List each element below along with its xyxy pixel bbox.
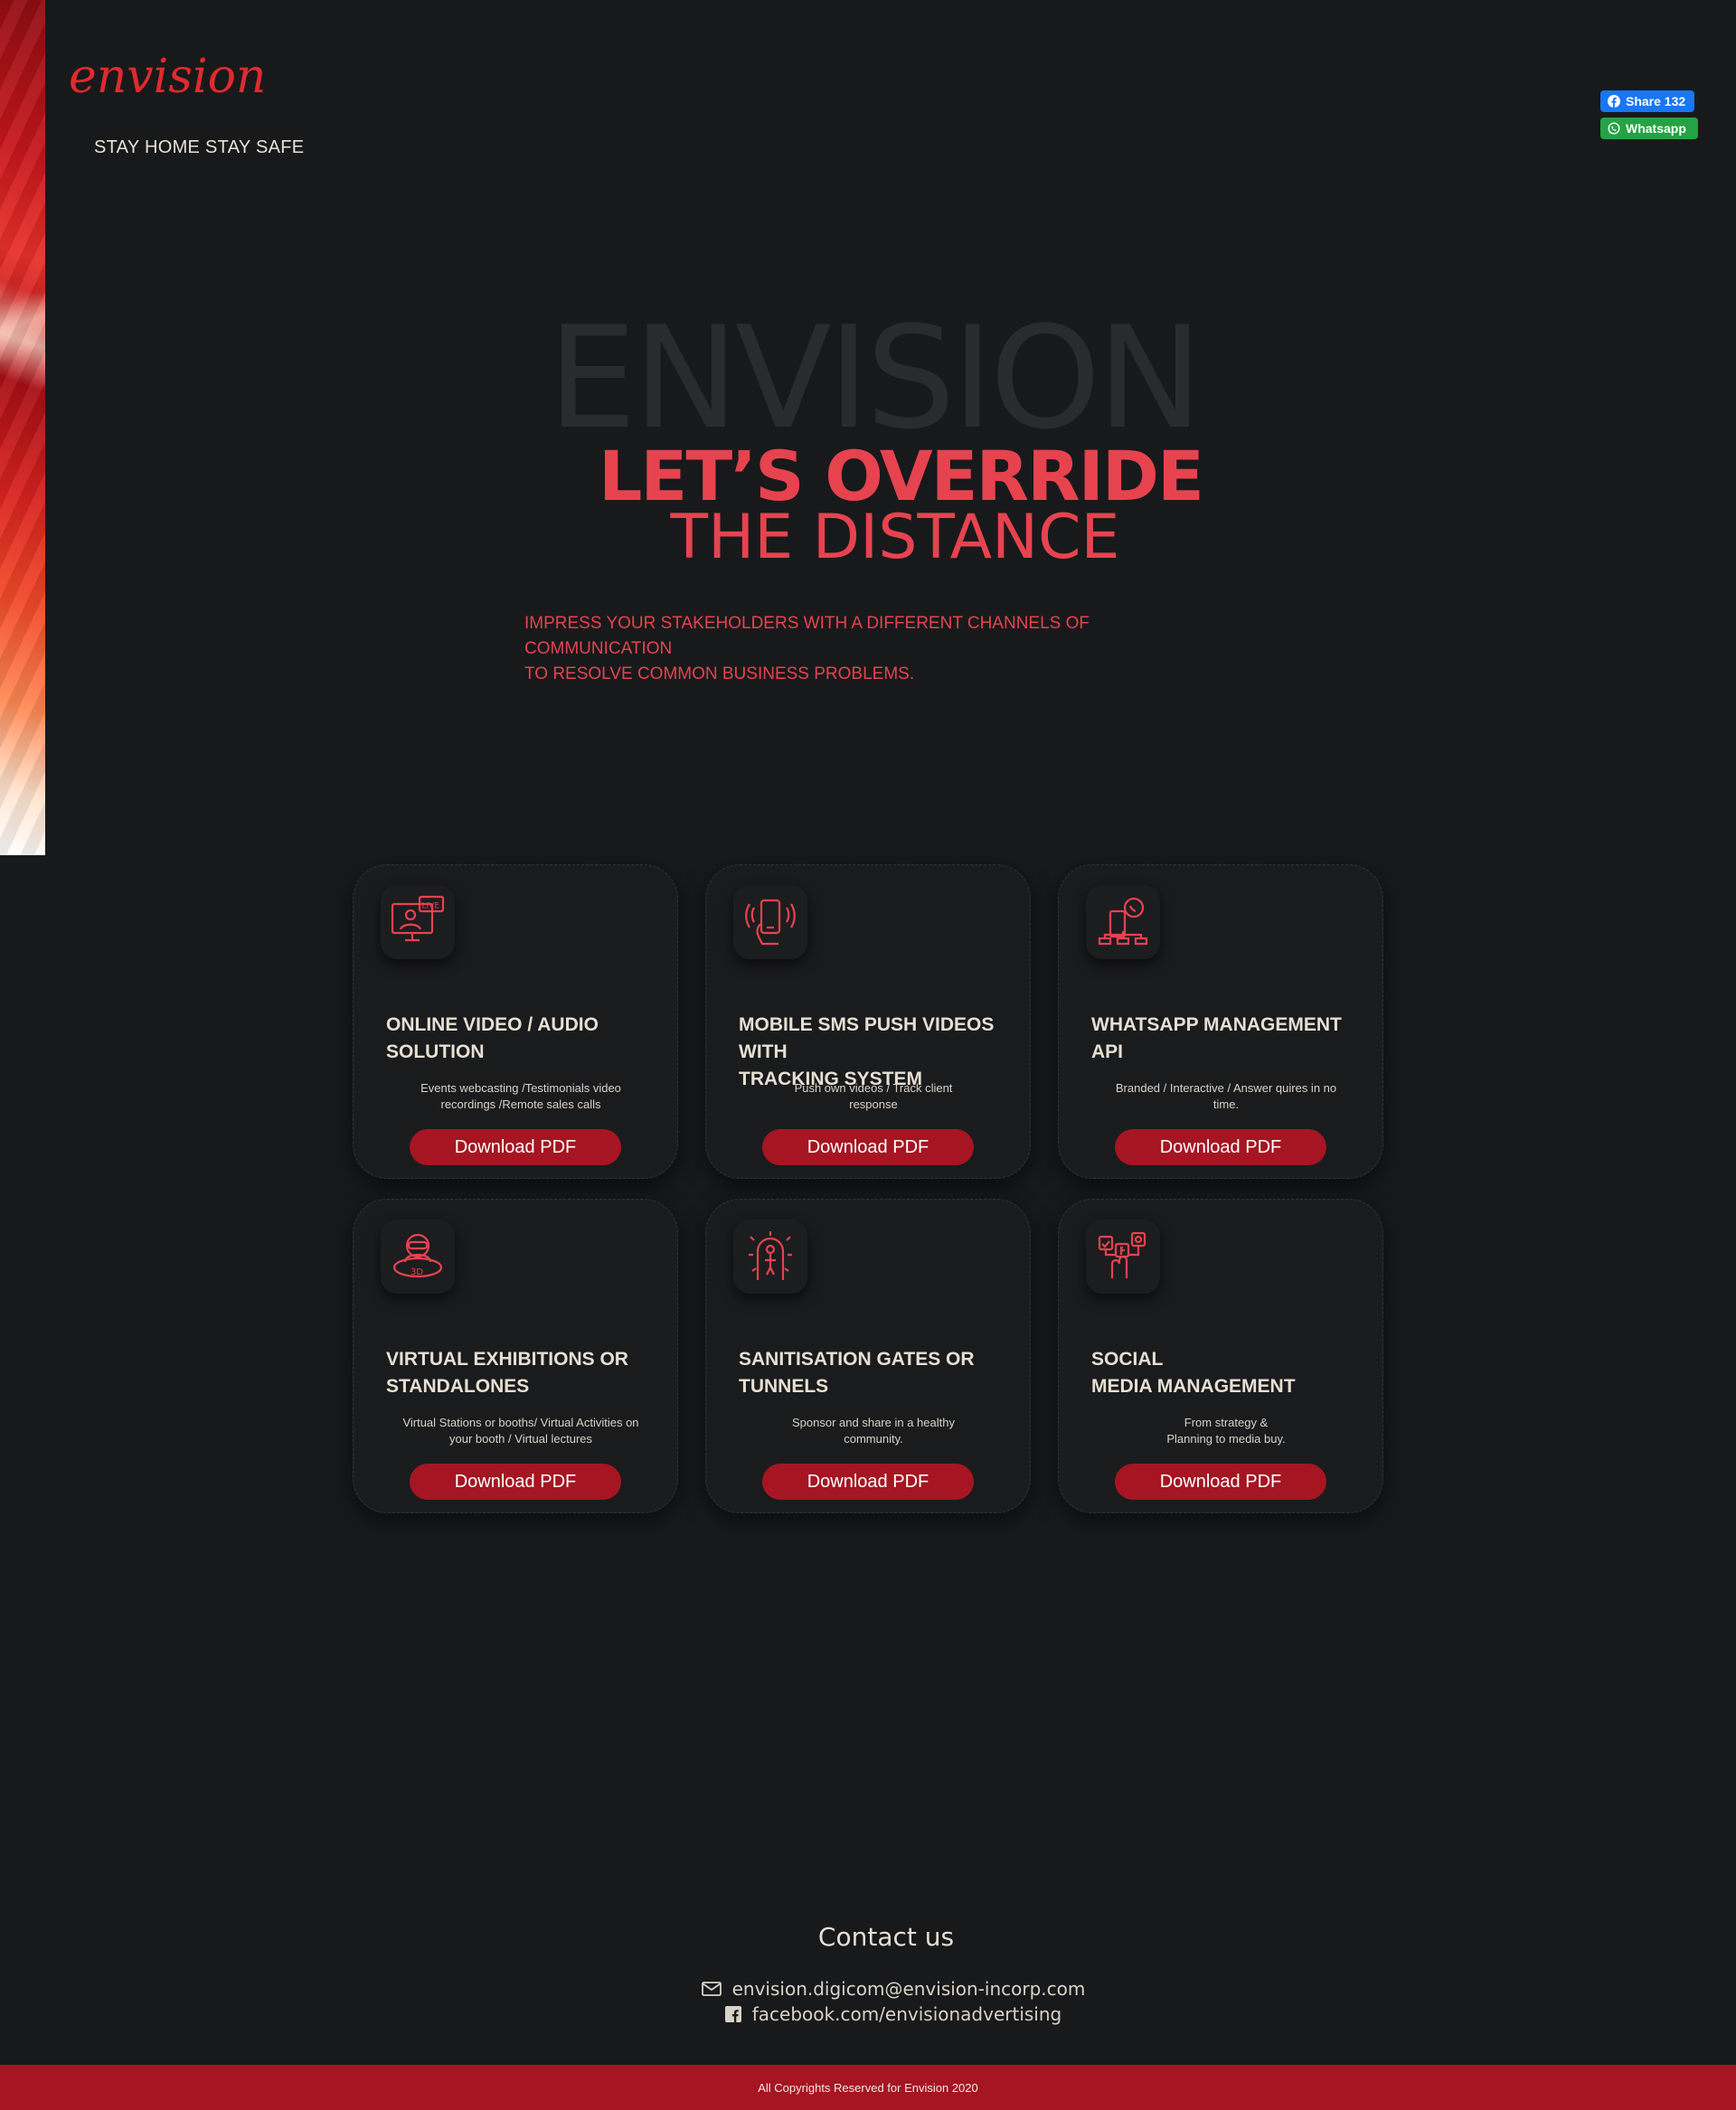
mobile-push-icon [733,885,807,959]
service-card: MOBILE SMS PUSH VIDEOS WITH TRACKING SYS… [705,864,1031,1179]
service-title: SANITISATION GATES OR TUNNELS [739,1349,975,1397]
decorative-red-strip [0,0,45,855]
download-pdf-button[interactable]: Download PDF [410,1129,621,1165]
whatsapp-api-icon [1086,885,1160,959]
service-card: SOCIAL MEDIA MANAGEMENT From strategy & … [1058,1199,1383,1513]
service-card: 3D VIRTUAL EXHIBITIONS OR STANDALONES Vi… [353,1199,678,1513]
service-description: Push own videos / Track client response [794,1081,953,1111]
contact-email-row[interactable]: envision.digicom@envision-incorp.com [0,1978,1736,2000]
contact-email-link[interactable]: envision.digicom@envision-incorp.com [732,1978,1086,2000]
contact-facebook-link[interactable]: facebook.com/envisionadvertising [752,2003,1061,2025]
envelope-icon [701,1982,722,1996]
footer-copyright: All Copyrights Reserved for Envision 202… [758,2080,978,2095]
hero-subheadline: THE DISTANCE [670,502,1120,573]
service-title: SOCIAL MEDIA MANAGEMENT [1091,1349,1296,1397]
service-card: SANITISATION GATES OR TUNNELS Sponsor an… [705,1199,1031,1513]
service-card: LIVE ONLINE VIDEO / AUDIO SOLUTION Event… [353,864,678,1179]
hero-description: IMPRESS YOUR STAKEHOLDERS WITH A DIFFERE… [524,611,1230,687]
download-pdf-button[interactable]: Download PDF [410,1464,621,1500]
download-pdf-button[interactable]: Download PDF [762,1464,974,1500]
facebook-icon [1608,95,1620,108]
download-pdf-button[interactable]: Download PDF [762,1129,974,1165]
live-video-icon: LIVE [381,885,455,959]
service-description: Branded / Interactive / Answer quires in… [1115,1081,1337,1111]
service-description: Virtual Stations or booths/ Virtual Acti… [402,1416,639,1446]
download-pdf-button[interactable]: Download PDF [1115,1464,1326,1500]
tagline: STAY HOME STAY SAFE [94,137,305,157]
social-share-box: Share 132 Whatsapp [1600,90,1700,145]
logo-wordmark: envision [69,50,266,104]
hero-description-line-1: IMPRESS YOUR STAKEHOLDERS WITH A DIFFERE… [524,614,1090,658]
service-title: WHATSAPP MANAGEMENT API [1091,1014,1342,1062]
facebook-share-button[interactable]: Share 132 [1600,90,1694,112]
whatsapp-icon [1608,122,1620,135]
svg-text:envision: envision [69,50,266,104]
virtual-3d-icon: 3D [381,1220,455,1294]
services-grid: LIVE ONLINE VIDEO / AUDIO SOLUTION Event… [353,864,1383,1513]
svg-text:3D: 3D [410,1267,423,1277]
service-title: ONLINE VIDEO / AUDIO SOLUTION [386,1014,599,1062]
footer: All Copyrights Reserved for Envision 202… [0,2065,1736,2110]
service-description: From strategy & Planning to media buy. [1166,1416,1286,1446]
hero-description-line-2: TO RESOLVE COMMON BUSINESS PROBLEMS. [524,664,915,683]
facebook-square-icon [724,2006,741,2022]
contact-facebook-row[interactable]: facebook.com/envisionadvertising [0,2003,1736,2025]
contact-title: Contact us [817,1922,955,1952]
envision-logo[interactable]: envision [65,43,300,107]
service-description: Events webcasting /Testimonials video re… [420,1081,621,1111]
facebook-share-label: Share 132 [1626,94,1686,108]
social-media-icon [1086,1220,1160,1294]
whatsapp-share-label: Whatsapp [1626,121,1686,136]
hero-background-word: ENVISION [547,296,1203,460]
svg-text:LIVE: LIVE [422,902,440,911]
service-description: Sponsor and share in a healthy community… [792,1416,955,1446]
service-title: VIRTUAL EXHIBITIONS OR STANDALONES [386,1349,628,1397]
service-card: WHATSAPP MANAGEMENT API Branded / Intera… [1058,864,1383,1179]
whatsapp-share-button[interactable]: Whatsapp [1600,118,1698,139]
download-pdf-button[interactable]: Download PDF [1115,1129,1326,1165]
sanitisation-gate-icon [733,1220,807,1294]
